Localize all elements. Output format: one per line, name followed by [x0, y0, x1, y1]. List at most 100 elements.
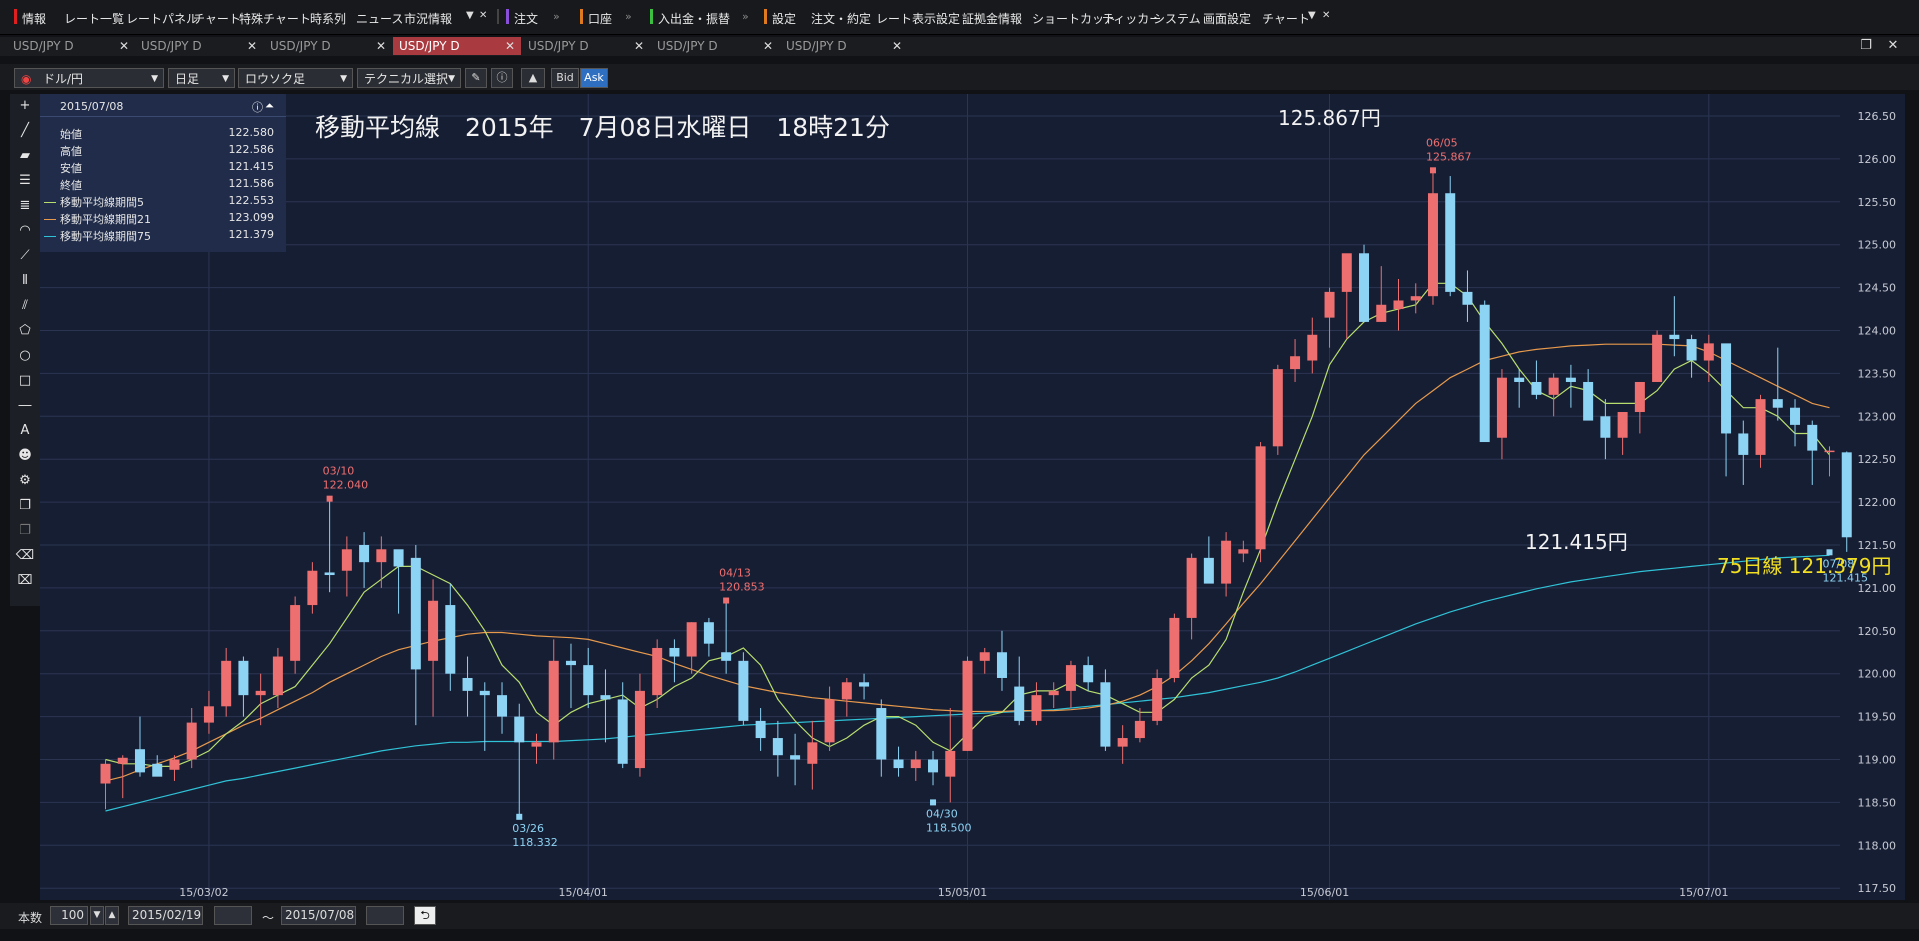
channel-icon[interactable]: ⫽ — [14, 296, 36, 316]
chart-tab-active[interactable]: USD/JPY D ✕ — [393, 37, 521, 55]
menu-rate-display-settings[interactable]: レート表示設定 — [876, 10, 960, 27]
horizontal-line-icon[interactable]: ☰ — [14, 171, 36, 191]
chart-tab[interactable]: USD/JPY D ✕ — [522, 37, 650, 55]
info-label: 始値 — [60, 128, 82, 141]
menu-order-execution[interactable]: 注文・約定 — [811, 10, 871, 27]
paste-icon[interactable]: ❐ — [14, 521, 36, 541]
count-down-icon[interactable]: ▼ — [90, 906, 104, 925]
circle-icon[interactable]: ○ — [14, 346, 36, 366]
reset-range-icon[interactable]: ⮌ — [414, 906, 436, 925]
end-time-input[interactable] — [366, 906, 404, 925]
settings-icon[interactable]: ⚙ — [14, 471, 36, 491]
marker-price-label: 118.332 — [512, 836, 558, 849]
chart-tab[interactable]: USD/JPY D ✕ — [7, 37, 135, 55]
info-icon[interactable]: ⓘ — [252, 99, 263, 115]
menu-special-chart[interactable]: 特殊チャート — [239, 10, 311, 27]
candle-body — [307, 570, 318, 606]
technical-select[interactable]: テクニカル選択 ▼ — [357, 68, 461, 88]
bar-count-input[interactable]: 100 — [50, 906, 88, 925]
text-icon[interactable]: A — [14, 421, 36, 441]
timeframe-select[interactable]: 日足 ▼ — [168, 68, 235, 88]
bid-button[interactable]: Bid — [551, 68, 579, 88]
tab-close-icon[interactable]: ✕ — [376, 37, 386, 55]
menu-screen-settings[interactable]: 画面設定 — [1203, 10, 1251, 27]
fibonacci-icon[interactable]: ≣ — [14, 196, 36, 216]
menu-overflow-icon[interactable]: » — [742, 10, 749, 23]
count-up-icon[interactable]: ▲ — [105, 906, 119, 925]
y-tick-label: 124.50 — [1858, 282, 1897, 295]
menu-info[interactable]: 情報 — [22, 10, 46, 27]
menu-close-icon[interactable]: ✕ — [479, 10, 487, 21]
menu-time-series[interactable]: 時系列 — [310, 10, 346, 27]
menu-close-icon[interactable]: ✕ — [1322, 10, 1330, 21]
menu-rate-list[interactable]: レート一覧 — [64, 10, 124, 27]
stamp-icon[interactable]: ☻ — [14, 446, 36, 466]
info-value: 122.553 — [228, 194, 275, 207]
tab-close-icon[interactable]: ✕ — [892, 37, 902, 55]
close-window-icon[interactable]: ✕ — [1882, 38, 1904, 54]
menu-system[interactable]: システム — [1153, 10, 1201, 27]
trendline-icon[interactable]: ╱ — [14, 121, 36, 141]
chart-range-bar: 本数 100 ▼ ▲ 2015/02/19 〜 2015/07/08 ⮌ — [0, 903, 1919, 929]
chart-tab[interactable]: USD/JPY D ✕ — [135, 37, 263, 55]
tab-close-icon[interactable]: ✕ — [119, 37, 129, 55]
vertical-lines-icon[interactable]: ⦀ — [14, 271, 36, 291]
tab-close-icon[interactable]: ✕ — [505, 37, 515, 55]
menu-settings[interactable]: 設定 — [772, 10, 796, 27]
fib-arc-icon[interactable]: ◠ — [14, 221, 36, 241]
info-icon[interactable]: ⓘ — [491, 68, 513, 88]
tab-close-icon[interactable]: ✕ — [763, 37, 773, 55]
restore-window-icon[interactable]: ❐ — [1855, 38, 1877, 54]
menu-margin-info[interactable]: 証拠金情報 — [962, 10, 1022, 27]
fan-icon[interactable]: ⟋ — [14, 246, 36, 266]
y-tick-label: 123.00 — [1858, 410, 1897, 423]
menu-overflow-icon[interactable]: » — [553, 10, 560, 23]
menu-overflow-icon[interactable]: » — [625, 10, 632, 23]
ask-button[interactable]: Ask — [580, 68, 608, 88]
menu-dropdown-icon[interactable]: ▼ — [466, 10, 474, 21]
menu-rate-panel[interactable]: レートパネル — [126, 10, 198, 27]
crosshair-icon[interactable]: + — [14, 96, 36, 116]
chart-type-label: ロウソク足 — [245, 72, 306, 86]
menu-order[interactable]: 注文 — [514, 10, 538, 27]
info-row-low: 安値 121.415 — [60, 160, 274, 177]
area-chart-icon[interactable]: ▲ — [521, 68, 545, 88]
candle-body — [376, 549, 387, 563]
candle-body — [996, 652, 1007, 678]
range-tilde: 〜 — [262, 911, 275, 925]
y-tick-label: 120.50 — [1858, 625, 1897, 638]
menu-chart-2[interactable]: チャート — [1262, 10, 1310, 27]
menu-account[interactable]: 口座 — [588, 10, 612, 27]
polygon-icon[interactable]: ⬠ — [14, 321, 36, 341]
currency-pair-select[interactable]: ◉ ドル/円 ▼ — [14, 68, 164, 88]
menu-deposit[interactable]: 入出金・振替 — [658, 10, 730, 27]
candle-body — [1048, 690, 1059, 696]
ruler-icon[interactable]: ▰ — [14, 146, 36, 166]
start-time-input[interactable] — [214, 906, 252, 925]
collapse-icon[interactable]: ⏶ — [265, 99, 274, 113]
chart-tab[interactable]: USD/JPY D ✕ — [264, 37, 392, 55]
chart-tab-label: USD/JPY D — [528, 39, 589, 53]
eraser-all-icon[interactable]: ⌧ — [14, 571, 36, 591]
ohlc-info-panel: 2015/07/08 ⓘ ⏶ 始値 122.580 高値 122.586 安値 121… — [40, 94, 286, 252]
chart-tab[interactable]: USD/JPY D ✕ — [780, 37, 908, 55]
menu-market-info[interactable]: 市況情報 — [404, 10, 452, 27]
line-icon[interactable]: ― — [14, 396, 36, 416]
copy-icon[interactable]: ❐ — [14, 496, 36, 516]
start-date-input[interactable]: 2015/02/19 — [128, 906, 203, 925]
chart-type-select[interactable]: ロウソク足 ▼ — [238, 68, 353, 88]
candle-body — [893, 759, 904, 769]
eraser-icon[interactable]: ⌫ — [14, 546, 36, 566]
candlestick-chart-svg[interactable]: 117.50 118.00 118.50 119.00 119.50 120.00 120.… — [40, 94, 1905, 900]
menu-dropdown-icon[interactable]: ▼ — [1308, 10, 1316, 21]
tab-close-icon[interactable]: ✕ — [634, 37, 644, 55]
rectangle-icon[interactable]: □ — [14, 371, 36, 391]
pencil-icon[interactable]: ✎ — [465, 68, 487, 88]
end-date-input[interactable]: 2015/07/08 — [281, 906, 356, 925]
candle-body — [272, 656, 283, 696]
chart-tab[interactable]: USD/JPY D ✕ — [651, 37, 779, 55]
price-chart[interactable]: 117.50 118.00 118.50 119.00 119.50 120.00 120.… — [40, 94, 1905, 900]
menu-chart[interactable]: チャート — [193, 10, 241, 27]
menu-news[interactable]: ニュース — [356, 10, 403, 27]
tab-close-icon[interactable]: ✕ — [247, 37, 257, 55]
